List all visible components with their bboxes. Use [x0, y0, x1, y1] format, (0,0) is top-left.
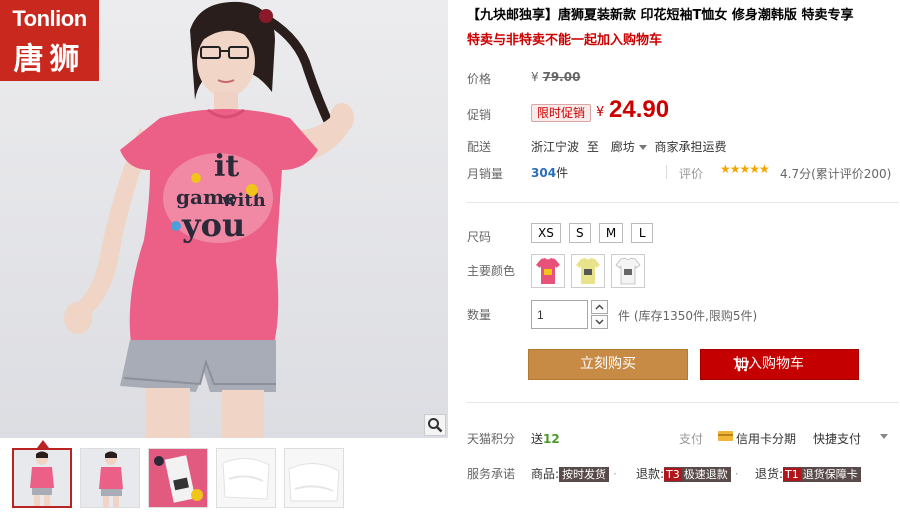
- promo-tag: 限时促销: [531, 104, 592, 122]
- magnifier-icon: [428, 418, 443, 433]
- promo-label: 促销: [467, 108, 492, 122]
- separator-dot: ·: [734, 467, 739, 481]
- divider: [467, 202, 899, 203]
- thumbnail-1[interactable]: [12, 448, 72, 508]
- delivery-from: 浙江宁波: [531, 140, 580, 154]
- thumbnail-image-pink-front: [14, 450, 70, 506]
- payment-label: 支付: [679, 432, 704, 446]
- service-refund-badge-text: 极速退款: [683, 468, 728, 481]
- size-option-l[interactable]: L: [631, 223, 654, 243]
- quantity-label: 数量: [467, 308, 492, 322]
- product-title: 【九块邮独享】唐狮夏装新款 印花短袖T恤女 修身潮韩版 特卖专享: [467, 8, 854, 23]
- separator-dot: ·: [613, 467, 617, 481]
- size-options: XS S M L: [531, 223, 654, 243]
- delivery-label: 配送: [467, 140, 492, 154]
- service-shipping-badge: 按时发货: [559, 467, 610, 482]
- stock-info: 件 (库存1350件,限购5件): [618, 309, 758, 323]
- rating-stars-icon: ★★★★★: [720, 162, 770, 176]
- service-return-badge: T1 退货保障卡: [783, 467, 861, 482]
- thumbnail-image-white-flat: [285, 449, 343, 507]
- divider: [666, 165, 667, 179]
- rating-score[interactable]: 4.7分(累计评价200): [780, 165, 891, 182]
- service-refund-label: 退款:: [636, 467, 665, 481]
- color-option-white[interactable]: [611, 254, 645, 288]
- payment-credit-card[interactable]: 信用卡分期: [736, 430, 796, 447]
- size-option-m[interactable]: M: [598, 223, 624, 243]
- delivery-fee: 商家承担运费: [654, 140, 727, 154]
- tshirt-white-icon: [615, 257, 641, 285]
- color-label: 主要颜色: [467, 264, 516, 278]
- thumbnail-image-pink-pose: [81, 449, 139, 507]
- thumbnail-image-white-fold: [217, 449, 275, 507]
- buy-now-button[interactable]: 立刻购买: [528, 349, 688, 380]
- quantity-decrease-button[interactable]: [591, 315, 608, 329]
- chevron-down-icon: [595, 319, 604, 325]
- color-options: [531, 254, 645, 288]
- delivery-info: 浙江宁波 至 廊坊 商家承担运费: [531, 138, 727, 155]
- payment-quick[interactable]: 快捷支付: [813, 430, 861, 447]
- chevron-down-icon[interactable]: [880, 434, 888, 439]
- thumbnail-2[interactable]: [80, 448, 140, 508]
- divider: [467, 402, 899, 403]
- zoom-button[interactable]: [424, 414, 446, 436]
- svg-text:you: you: [181, 206, 245, 244]
- thumbnail-4[interactable]: [216, 448, 276, 508]
- service-refund-badge: T3 极速退款: [664, 467, 731, 482]
- chevron-down-icon[interactable]: [638, 145, 647, 150]
- price-label: 价格: [467, 72, 492, 86]
- promo-price-currency: ¥: [596, 105, 605, 120]
- service-shipping[interactable]: 商品: 按时发货 ·: [531, 465, 621, 482]
- monthly-sales-unit: 件: [556, 166, 569, 180]
- tshirt-pink-icon: [536, 258, 560, 284]
- tshirt-yellow-icon: [576, 258, 600, 284]
- points-label: 天猫积分: [467, 432, 516, 446]
- original-price-currency: ¥: [531, 70, 539, 84]
- delivery-to-word: 至: [586, 140, 599, 154]
- quantity-input[interactable]: [531, 300, 588, 329]
- service-label: 服务承诺: [467, 467, 516, 481]
- rating-label: 评价: [679, 167, 704, 181]
- service-shipping-label: 商品:: [531, 467, 560, 481]
- points-prefix: 送: [531, 432, 544, 446]
- add-to-cart-button[interactable]: 加入购物车: [700, 349, 859, 380]
- main-product-image[interactable]: it game with you Tonlion 唐狮: [0, 0, 448, 438]
- product-subtitle: 特卖与非特卖不能一起加入购物车: [467, 33, 663, 48]
- brand-logo-cn: 唐狮: [13, 42, 86, 77]
- quantity-increase-button[interactable]: [591, 300, 608, 314]
- original-price: ¥ 79.00: [531, 70, 580, 84]
- svg-text:it: it: [214, 149, 239, 184]
- service-return-label: 退货:: [755, 467, 784, 481]
- size-option-s[interactable]: S: [568, 223, 591, 243]
- brand-logo-en: Tonlion: [12, 6, 87, 31]
- monthly-sales-label: 月销量: [467, 167, 504, 181]
- cart-icon: [733, 358, 749, 372]
- service-return[interactable]: 退货: T1 退货保障卡: [755, 465, 861, 482]
- thumbnail-image-print-tag: [149, 449, 207, 507]
- promo-price: 24.90: [609, 96, 670, 123]
- monthly-sales: 304件: [531, 164, 568, 181]
- monthly-sales-count: 304: [531, 166, 557, 180]
- service-refund[interactable]: 退款: T3 极速退款 ·: [636, 465, 743, 482]
- credit-card-icon: [718, 431, 733, 441]
- thumbnail-3[interactable]: [148, 448, 208, 508]
- brand-logo[interactable]: Tonlion 唐狮: [0, 0, 99, 81]
- color-option-yellow[interactable]: [571, 254, 605, 288]
- points-info: 送12: [531, 430, 560, 447]
- service-return-badge-prefix: T1: [783, 468, 801, 481]
- size-label: 尺码: [467, 230, 492, 244]
- delivery-destination[interactable]: 廊坊: [611, 140, 635, 154]
- chevron-up-icon: [595, 304, 604, 310]
- service-return-badge-text: 退货保障卡: [802, 468, 858, 481]
- original-price-value: 79.00: [542, 70, 581, 84]
- color-option-pink[interactable]: [531, 254, 565, 288]
- service-refund-badge-prefix: T3: [664, 468, 682, 481]
- thumbnail-strip: [0, 440, 448, 516]
- size-option-xs[interactable]: XS: [531, 223, 561, 243]
- active-thumb-caret: [37, 440, 49, 448]
- thumbnail-5[interactable]: [284, 448, 344, 508]
- points-value: 12: [543, 432, 560, 446]
